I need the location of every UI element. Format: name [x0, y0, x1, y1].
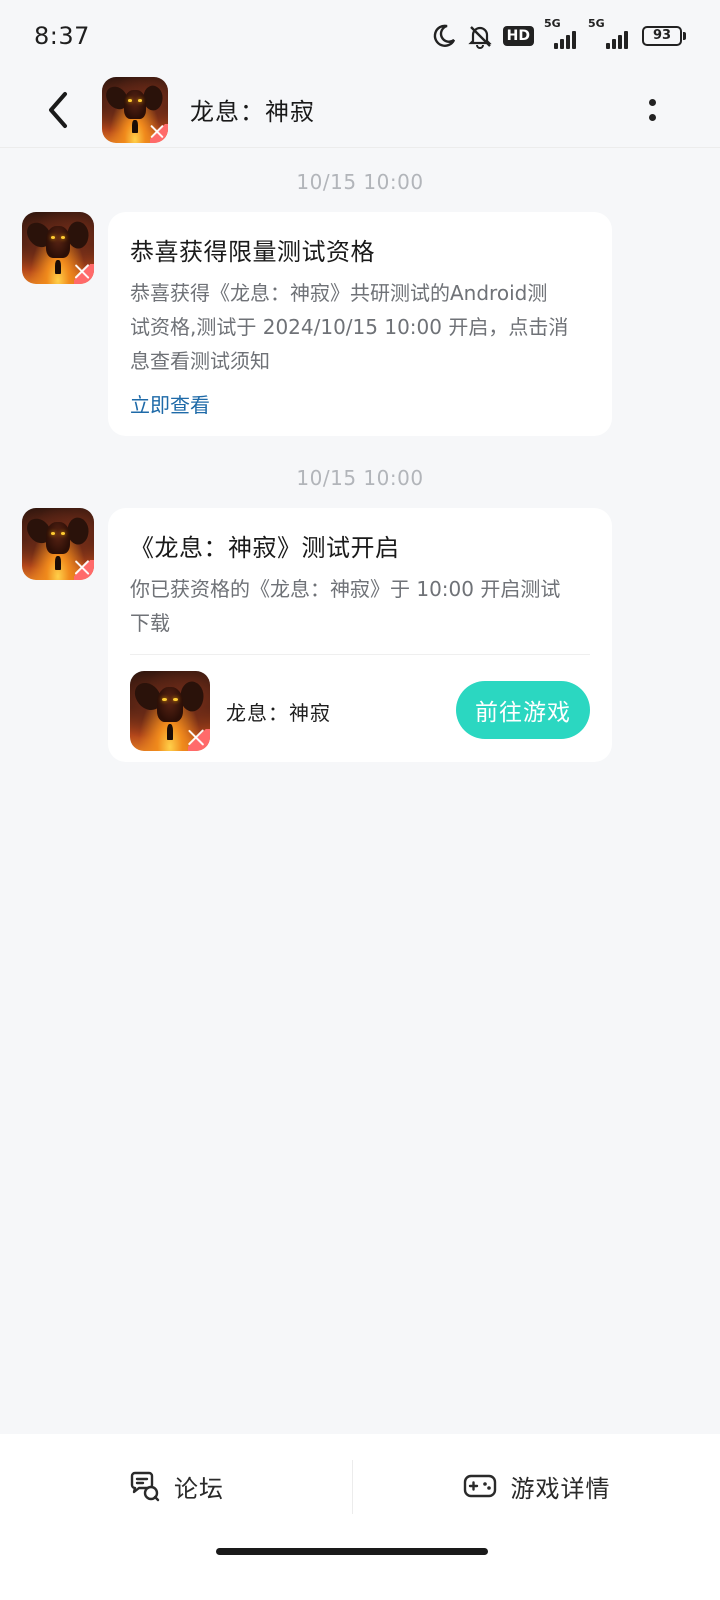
signal-icon: 5G [544, 17, 578, 49]
status-time: 8:37 [34, 22, 90, 50]
game-detail-tab-label: 游戏详情 [510, 1474, 611, 1503]
game-icon[interactable] [130, 671, 210, 751]
message-avatar[interactable] [22, 212, 94, 284]
view-now-link[interactable]: 立即查看 [130, 390, 210, 420]
more-button[interactable] [632, 90, 672, 130]
signal-1-label: 5G [544, 17, 561, 30]
battery-level: 93 [642, 26, 682, 46]
message-body-line: 下载 [130, 611, 170, 635]
message-title: 恭喜获得限量测试资格 [130, 238, 375, 266]
bell-off-icon [467, 23, 493, 49]
message-timestamp: 10/15 10:00 [296, 466, 424, 490]
game-row[interactable]: 龙息：神寂 前往游戏 [130, 655, 590, 767]
message-body-line: 试资格,测试于 2024/10/15 10:00 开启，点击消 [130, 315, 569, 339]
message-body-line: 恭喜获得《龙息：神寂》共研测试的Android测 [130, 281, 548, 305]
message-card[interactable]: 恭喜获得限量测试资格 恭喜获得《龙息：神寂》共研测试的Android测 试资格,… [108, 212, 612, 436]
game-detail-tab[interactable]: 游戏详情 [353, 1452, 720, 1520]
chat-bubbles-icon [130, 1471, 160, 1502]
hd-icon: HD [502, 26, 534, 46]
message-card[interactable]: 《龙息：神寂》测试开启 你已获资格的《龙息：神寂》于 10:00 开启测试 下载… [108, 508, 612, 762]
header-game-avatar[interactable] [102, 76, 168, 143]
status-bar: 8:37 HD 5G 5G 93 [0, 0, 720, 72]
message-body: 恭喜获得《龙息：神寂》共研测试的Android测 试资格,测试于 2024/10… [130, 276, 590, 378]
message-avatar[interactable] [22, 508, 94, 580]
go-to-game-button[interactable]: 前往游戏 [456, 681, 590, 739]
status-icons: HD 5G 5G 93 [431, 17, 686, 49]
message-body-line: 息查看测试须知 [130, 349, 270, 373]
game-name: 龙息：神寂 [226, 700, 331, 725]
battery-icon: 93 [642, 26, 686, 46]
moon-icon [431, 23, 457, 49]
chevron-left-icon [49, 91, 67, 128]
signal-icon-2: 5G [588, 17, 632, 49]
gamepad-icon [463, 1474, 496, 1498]
bottom-bar: 论坛 游戏详情 [0, 1434, 720, 1600]
message-timestamp: 10/15 10:00 [296, 170, 424, 194]
forum-tab[interactable]: 论坛 [0, 1452, 352, 1520]
header-title: 龙息：神寂 [190, 98, 315, 126]
more-vertical-icon [648, 99, 656, 106]
home-indicator[interactable] [216, 1548, 488, 1555]
signal-2-label: 5G [588, 17, 605, 30]
chat-header: 龙息：神寂 [0, 72, 720, 148]
message-body-line: 你已获资格的《龙息：神寂》于 10:00 开启测试 [130, 577, 561, 601]
forum-tab-label: 论坛 [174, 1474, 224, 1503]
message-title: 《龙息：神寂》测试开启 [130, 534, 400, 562]
message-body: 你已获资格的《龙息：神寂》于 10:00 开启测试 下载 [130, 572, 590, 640]
screen: 8:37 HD 5G 5G 93 龙息：神寂 10/15 10:00 恭喜获得限… [0, 0, 720, 1600]
back-button[interactable] [30, 82, 86, 138]
